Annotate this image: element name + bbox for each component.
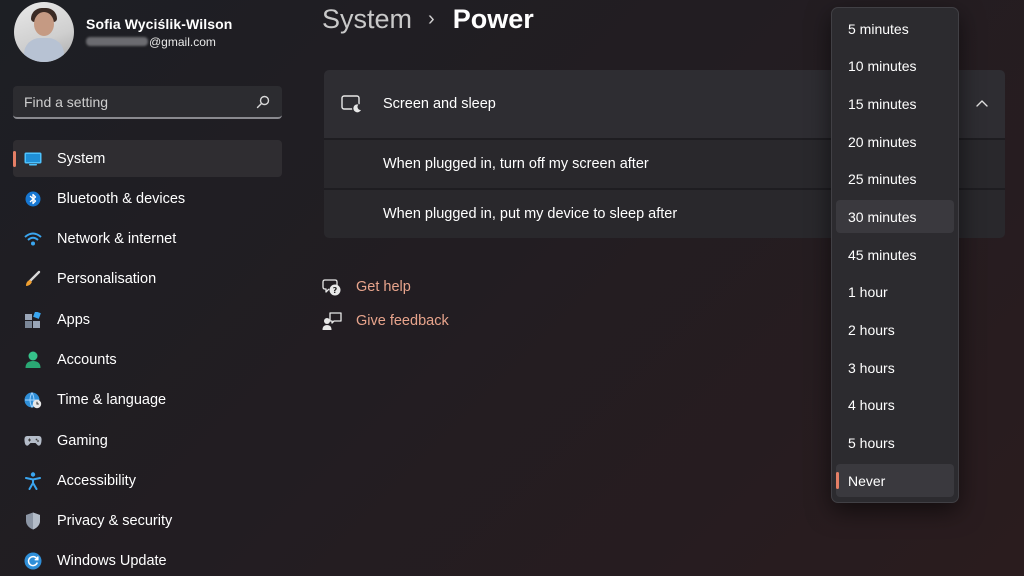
nav-item-personalisation[interactable]: Personalisation <box>13 261 282 298</box>
accessibility-icon <box>24 472 42 490</box>
sidebar: Sofia Wyciślik-Wilson @gmail.com Find a … <box>0 0 300 576</box>
avatar <box>14 2 74 62</box>
screen-off-label: When plugged in, turn off my screen afte… <box>383 156 649 172</box>
chevron-up-icon[interactable] <box>975 98 989 108</box>
nav-item-system[interactable]: System <box>13 140 282 177</box>
nav-label: Apps <box>57 311 91 328</box>
page-title: Power <box>452 3 534 34</box>
nav-label: Network & internet <box>57 231 177 248</box>
email-redaction <box>86 37 148 46</box>
dropdown-option-hovered[interactable]: 30 minutes <box>836 200 954 234</box>
shield-icon <box>24 512 42 530</box>
breadcrumb: System › Power <box>322 2 534 36</box>
give-feedback-link[interactable]: Give feedback <box>322 309 449 333</box>
nav-label: Gaming <box>57 432 108 449</box>
nav-label: Windows Update <box>57 553 167 570</box>
nav-label: Accessibility <box>57 472 136 489</box>
nav-item-bluetooth[interactable]: Bluetooth & devices <box>13 180 282 217</box>
search-placeholder: Find a setting <box>24 93 109 110</box>
nav-label: System <box>57 150 106 167</box>
help-links: ? Get help Give feedback <box>322 275 449 343</box>
dropdown-option[interactable]: 4 hours <box>836 389 954 422</box>
search-icon[interactable] <box>256 95 270 109</box>
nav-item-apps[interactable]: Apps <box>13 301 282 338</box>
nav-label: Bluetooth & devices <box>57 190 186 207</box>
feedback-icon <box>322 312 342 330</box>
nav-label: Personalisation <box>57 271 157 288</box>
dropdown-option[interactable]: 2 hours <box>836 314 954 347</box>
search-input[interactable]: Find a setting <box>13 86 282 119</box>
dropdown-option[interactable]: 25 minutes <box>836 163 954 196</box>
dropdown-option[interactable]: 3 hours <box>836 351 954 384</box>
person-icon <box>24 351 42 369</box>
user-profile[interactable]: Sofia Wyciślik-Wilson @gmail.com <box>14 2 232 62</box>
screen-timeout-dropdown[interactable]: 5 minutes 10 minutes 15 minutes 20 minut… <box>831 7 959 503</box>
gamepad-icon <box>24 432 42 450</box>
nav-item-time-language[interactable]: Time & language <box>13 382 282 419</box>
nav-item-privacy-security[interactable]: Privacy & security <box>13 503 282 540</box>
nav-item-network[interactable]: Network & internet <box>13 221 282 258</box>
system-display-icon <box>24 150 42 168</box>
nav-label: Privacy & security <box>57 513 173 530</box>
get-help-label: Get help <box>356 279 411 295</box>
profile-email: @gmail.com <box>86 35 232 49</box>
screen-and-sleep-title: Screen and sleep <box>383 96 496 112</box>
nav-item-gaming[interactable]: Gaming <box>13 422 282 459</box>
wifi-icon <box>24 230 42 248</box>
nav-label: Time & language <box>57 392 167 409</box>
nav-list: System Bluetooth & devices Network & int… <box>13 140 282 576</box>
update-icon <box>24 552 42 570</box>
dropdown-option[interactable]: 10 minutes <box>836 50 954 83</box>
bluetooth-icon <box>24 190 42 208</box>
dropdown-option[interactable]: 15 minutes <box>836 87 954 120</box>
screen-sleep-icon <box>341 95 362 114</box>
dropdown-option-selected[interactable]: Never <box>836 464 954 498</box>
breadcrumb-parent[interactable]: System <box>322 4 412 35</box>
dropdown-option[interactable]: 1 hour <box>836 276 954 309</box>
nav-item-accounts[interactable]: Accounts <box>13 341 282 378</box>
svg-text:?: ? <box>333 286 338 295</box>
give-feedback-label: Give feedback <box>356 313 449 329</box>
profile-name: Sofia Wyciślik-Wilson <box>86 15 233 32</box>
dropdown-option[interactable]: 5 minutes <box>836 12 954 45</box>
nav-item-windows-update[interactable]: Windows Update <box>13 543 282 576</box>
profile-email-domain: @gmail.com <box>149 34 216 49</box>
breadcrumb-separator: › <box>428 7 435 30</box>
dropdown-option[interactable]: 45 minutes <box>836 238 954 271</box>
dropdown-option[interactable]: 5 hours <box>836 427 954 460</box>
help-chat-icon: ? <box>322 279 341 296</box>
nav-label: Accounts <box>57 351 117 368</box>
dropdown-option[interactable]: 20 minutes <box>836 125 954 158</box>
globe-clock-icon <box>24 391 42 409</box>
get-help-link[interactable]: ? Get help <box>322 275 449 299</box>
apps-icon <box>24 311 42 329</box>
brush-icon <box>24 270 42 288</box>
nav-item-accessibility[interactable]: Accessibility <box>13 462 282 499</box>
sleep-label: When plugged in, put my device to sleep … <box>383 206 678 222</box>
